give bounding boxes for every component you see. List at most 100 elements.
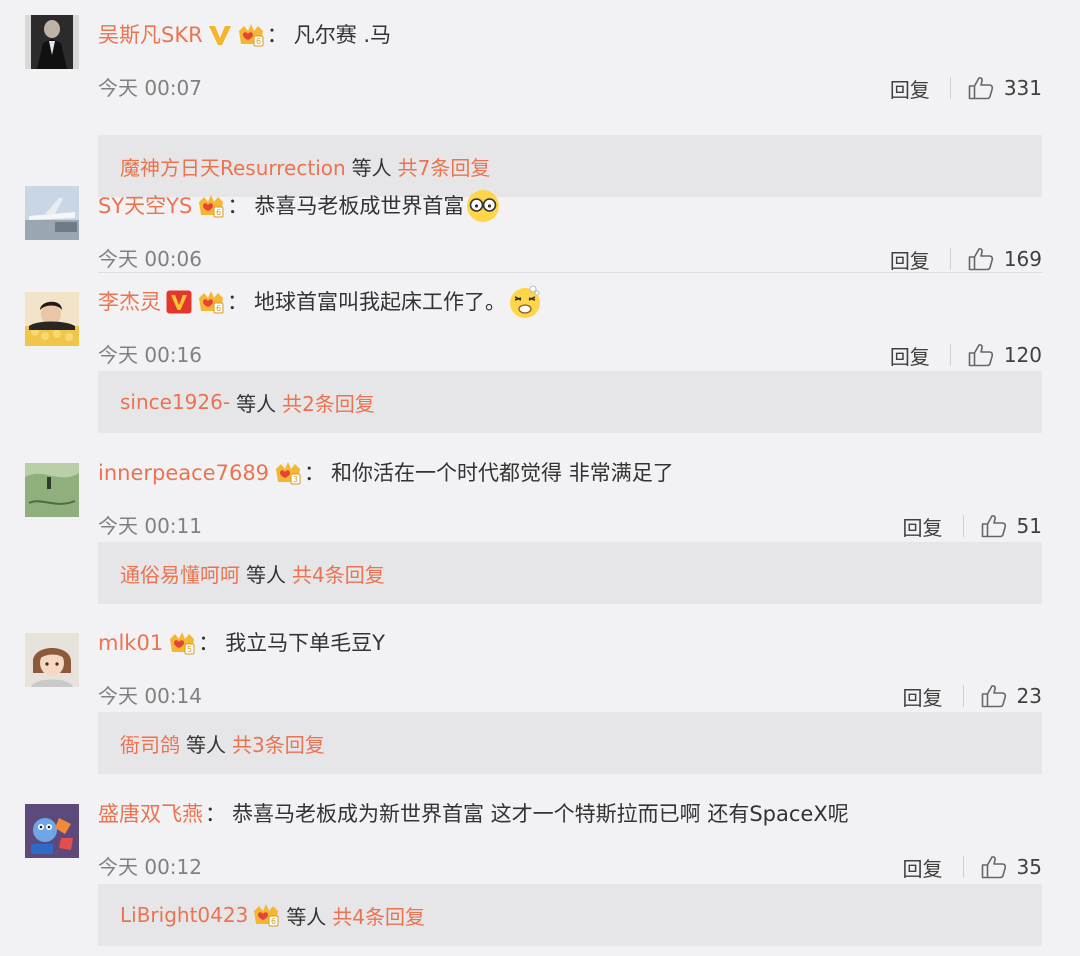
reply-button[interactable]: 回复: [890, 74, 930, 103]
v-gold-icon: [208, 24, 232, 46]
like-button[interactable]: 23: [981, 684, 1042, 708]
username-link[interactable]: 李杰灵: [98, 282, 161, 322]
comment-header: SY天空YS 6 ： 恭喜马老板成世界首富: [98, 186, 500, 226]
avatar[interactable]: [25, 186, 79, 240]
comment-header: 李杰灵 6 ： 地球首富叫我起床工作了。: [98, 282, 542, 322]
comment-actions: 回复 120: [890, 339, 1042, 371]
avatar[interactable]: [25, 463, 79, 517]
like-button[interactable]: 169: [968, 247, 1042, 271]
username-link[interactable]: 盛唐双飞燕: [98, 794, 203, 834]
comment-time: 今天 00:12: [98, 855, 202, 879]
reply-total-link[interactable]: 共4条回复: [292, 559, 385, 588]
divider: [962, 685, 964, 707]
reply-username[interactable]: 通俗易懂呵呵: [120, 559, 240, 588]
comment-header: innerpeace7689 3 ： 和你活在一个时代都觉得 非常满足了: [98, 453, 674, 493]
svg-text:5: 5: [187, 645, 192, 654]
avatar[interactable]: [25, 292, 79, 346]
reply-button[interactable]: 回复: [890, 341, 930, 370]
thumbs-up-icon: [981, 685, 1006, 708]
reply-username[interactable]: LiBright0423: [120, 903, 248, 927]
reply-button[interactable]: 回复: [903, 682, 943, 711]
thumbs-up-icon: [968, 248, 993, 271]
thumbs-up-icon: [968, 77, 993, 100]
comment-actions: 回复 35: [903, 851, 1042, 883]
comment-time: 今天 00:11: [98, 514, 202, 538]
vip-crown-icon: 6: [197, 289, 225, 315]
reply-total-link[interactable]: 共3条回复: [232, 729, 325, 758]
like-count: 35: [1016, 855, 1042, 879]
like-button[interactable]: 35: [981, 855, 1042, 879]
comment-actions: 回复 331: [890, 72, 1042, 104]
like-button[interactable]: 51: [981, 514, 1042, 538]
replies-box[interactable]: since1926- 等人 共2条回复: [98, 371, 1042, 433]
comment-text: 凡尔赛 .马: [293, 23, 392, 47]
vip-crown-icon: 6: [252, 902, 280, 928]
reply-total-link[interactable]: 共2条回复: [282, 388, 375, 417]
comment-header: 吴斯凡SKR 6 ： 凡尔赛 .马: [98, 15, 391, 55]
replies-box[interactable]: 衙司鸽 等人 共3条回复: [98, 712, 1042, 774]
comment-time: 今天 00:06: [98, 247, 202, 271]
like-button[interactable]: 331: [968, 76, 1042, 100]
svg-text:6: 6: [216, 304, 221, 313]
section-divider: [98, 272, 1042, 273]
comment-text: 和你活在一个时代都觉得 非常满足了: [331, 461, 674, 485]
comment-text: 我立马下单毛豆Y: [225, 631, 386, 655]
reply-total-link[interactable]: 共4条回复: [332, 901, 425, 930]
svg-text:6: 6: [271, 917, 276, 926]
reply-username[interactable]: 衙司鸽: [120, 729, 180, 758]
comment-feed: 吴斯凡SKR 6 ： 凡尔赛 .马 今天 00:07 回复 331 魔神方日天R…: [0, 0, 1080, 956]
reply-total-link[interactable]: 共7条回复: [398, 152, 491, 181]
like-count: 169: [1003, 247, 1042, 271]
username-link[interactable]: 吴斯凡SKR: [98, 15, 203, 55]
divider: [949, 248, 951, 270]
divider: [962, 856, 964, 878]
replies-box[interactable]: 通俗易懂呵呵 等人 共4条回复: [98, 542, 1042, 604]
v-red-icon: [166, 290, 192, 314]
svg-text:6: 6: [256, 37, 261, 46]
reply-mid-text: 等人: [236, 391, 277, 416]
reply-mid-text: 等人: [246, 562, 286, 587]
like-count: 51: [1016, 514, 1042, 538]
comment-time: 今天 00:16: [98, 343, 202, 367]
avatar[interactable]: [25, 633, 79, 687]
thumbs-up-icon: [981, 515, 1006, 538]
reply-username[interactable]: 魔神方日天Resurrection: [120, 152, 346, 181]
reply-button[interactable]: 回复: [903, 853, 943, 882]
comment-actions: 回复 23: [903, 680, 1042, 712]
replies-box[interactable]: LiBright0423 6 等人 共4条回复: [98, 884, 1042, 946]
comment-actions: 回复 51: [903, 510, 1042, 542]
reply-username[interactable]: since1926-: [120, 390, 230, 414]
reply-mid-text: 等人: [186, 732, 226, 757]
thumbs-up-icon: [968, 344, 993, 367]
comment-actions: 回复 169: [890, 243, 1042, 275]
comment-header: mlk01 5 ： 我立马下单毛豆Y: [98, 623, 385, 663]
vip-crown-icon: 5: [168, 630, 196, 656]
username-link[interactable]: innerpeace7689: [98, 453, 269, 493]
thumbs-up-icon: [981, 856, 1006, 879]
comment-text: 恭喜马老板成世界首富: [254, 194, 465, 218]
reply-button[interactable]: 回复: [890, 245, 930, 274]
avatar[interactable]: [25, 15, 79, 69]
comment-time: 今天 00:14: [98, 684, 202, 708]
like-count: 120: [1003, 343, 1042, 367]
divider: [949, 77, 951, 99]
like-count: 331: [1003, 76, 1042, 100]
like-count: 23: [1016, 684, 1042, 708]
avatar[interactable]: [25, 804, 79, 858]
username-link[interactable]: SY天空YS: [98, 186, 192, 226]
vip-crown-icon: 6: [237, 22, 265, 48]
like-button[interactable]: 120: [968, 343, 1042, 367]
comment-text: 地球首富叫我起床工作了。: [254, 290, 506, 314]
vip-crown-icon: 3: [274, 460, 302, 486]
svg-text:3: 3: [293, 475, 298, 484]
vip-crown-icon: 6: [197, 193, 225, 219]
reply-button[interactable]: 回复: [903, 512, 943, 541]
comment-time: 今天 00:07: [98, 76, 202, 100]
username-link[interactable]: mlk01: [98, 623, 163, 663]
divider: [962, 515, 964, 537]
reply-mid-text: 等人: [286, 904, 327, 929]
comment-header: 盛唐双飞燕 ： 恭喜马老板成为新世界首富 这才一个特斯拉而已啊 还有SpaceX…: [98, 794, 849, 834]
divider: [949, 344, 951, 366]
svg-text:6: 6: [216, 208, 221, 217]
reply-mid-text: 等人: [351, 155, 392, 180]
